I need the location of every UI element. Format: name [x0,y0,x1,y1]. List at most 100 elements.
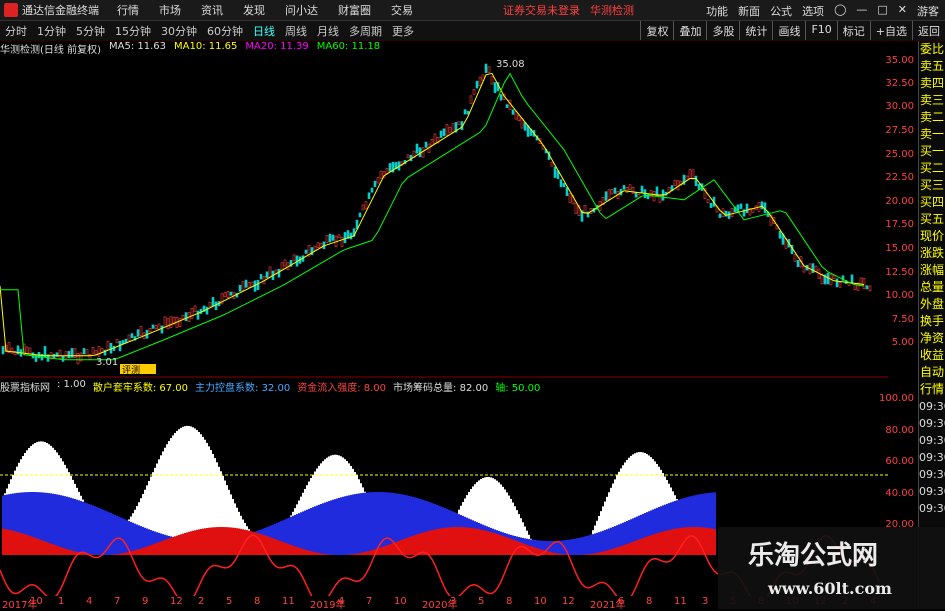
indicator-bar [562,554,564,555]
menu-formula[interactable]: 公式 [770,3,792,19]
quote-tab[interactable]: 自动 [919,364,945,381]
indicator-bar [210,528,212,555]
indicator-name[interactable]: 股票指标网 [0,379,50,393]
candle [506,105,508,108]
menu-quotes[interactable]: 行情 [117,2,139,18]
indicator-bar [170,538,172,555]
candle [554,167,556,178]
candlestick-chart[interactable]: 35.08 3.01 评测 [0,55,888,596]
period-monthly[interactable]: 月线 [312,23,344,39]
candle [65,352,67,359]
price-axis: 35.00 32.50 30.00 27.50 25.00 22.50 20.0… [888,55,918,375]
date-tick: 5 [226,596,232,607]
candle [500,95,502,101]
period-5min[interactable]: 5分钟 [71,23,110,39]
overlay-button[interactable]: 叠加 [673,21,706,40]
candle [122,340,124,343]
indicator-bar [694,527,696,555]
menu-market[interactable]: 市场 [159,2,181,18]
indicator-bar [596,533,598,555]
period-multi[interactable]: 多周期 [344,23,387,39]
minimize-icon[interactable]: — [856,3,867,19]
indicator-bar [116,516,118,555]
indicator-bar [706,528,708,555]
candle [863,278,865,289]
indicator-bar [578,538,580,555]
candle [191,308,193,318]
indicator-bar [84,502,86,555]
candle [470,96,472,104]
candle [812,264,814,273]
indicator-bar [640,539,642,555]
candle [74,349,76,358]
indicator-bar [146,546,148,555]
indicator-bar [440,528,442,555]
candle [197,311,199,319]
maximize-icon[interactable]: □ [877,3,887,19]
period-15min[interactable]: 15分钟 [110,23,156,39]
stats-button[interactable]: 统计 [739,21,772,40]
candle [326,236,328,243]
period-30min[interactable]: 30分钟 [156,23,202,39]
draw-button[interactable]: 画线 [772,21,805,40]
date-tick: 10 [394,596,407,607]
indicator-bar [494,533,496,555]
adjust-button[interactable]: 复权 [640,21,673,40]
indicator-bar [434,529,436,555]
close-icon[interactable]: ✕ [898,3,907,19]
candle [224,293,226,297]
ind-tick: 100.00 [879,393,914,404]
period-more[interactable]: 更多 [387,23,419,39]
indicator-bar [670,530,672,555]
indicator-bar [418,534,420,555]
candle [83,348,85,354]
indicator-bar [472,528,474,555]
indicator-bar [642,538,644,555]
mark-button[interactable]: 标记 [837,21,870,40]
period-1min[interactable]: 1分钟 [32,23,71,39]
quote-field-label: 现价 [919,228,945,245]
menu-options[interactable]: 选项 [802,3,824,19]
indicator-bar [358,553,360,555]
candle [605,192,607,201]
indicator-bar [368,551,370,555]
menu-ask[interactable]: 问小达 [285,2,318,18]
candle [95,351,97,355]
period-weekly[interactable]: 周线 [280,23,312,39]
menu-new-page[interactable]: 新面 [738,3,760,19]
candle [155,326,157,329]
menu-trade[interactable]: 交易 [391,2,413,18]
quote-tab[interactable]: 行情 [919,381,945,398]
candle [182,315,184,319]
indicator-bar [134,550,136,555]
candle [152,325,154,329]
back-button[interactable]: 返回 [912,21,945,40]
price-tick: 32.50 [885,78,914,89]
indicator-bar [320,504,322,555]
indicator-bar [480,530,482,555]
quote-field-label: 卖四 [919,75,945,92]
period-timeshare[interactable]: 分时 [0,23,32,39]
add-watchlist-button[interactable]: +自选 [870,21,912,40]
indicator-bar [286,543,288,555]
indicator-bar [548,552,550,555]
period-daily[interactable]: 日线 [248,23,280,39]
bell-icon[interactable]: ◯ [834,3,846,19]
indicator-bar [704,528,706,555]
menu-function[interactable]: 功能 [706,3,728,19]
candle [164,317,166,327]
menu-wealth[interactable]: 财富圈 [338,2,371,18]
indicator-bar [592,554,594,555]
candle [131,334,133,338]
menu-news[interactable]: 资讯 [201,2,223,18]
indicator-bar [606,551,608,555]
login-notice[interactable]: 证券交易未登录 [503,2,580,18]
indicator-bar [198,529,200,555]
indicator-bar [362,493,364,555]
guest-label[interactable]: 游客 [917,3,939,19]
menu-discover[interactable]: 发现 [243,2,265,18]
candle [329,234,331,242]
multi-stock-button[interactable]: 多股 [706,21,739,40]
f10-button[interactable]: F10 [805,21,836,40]
period-60min[interactable]: 60分钟 [202,23,248,39]
